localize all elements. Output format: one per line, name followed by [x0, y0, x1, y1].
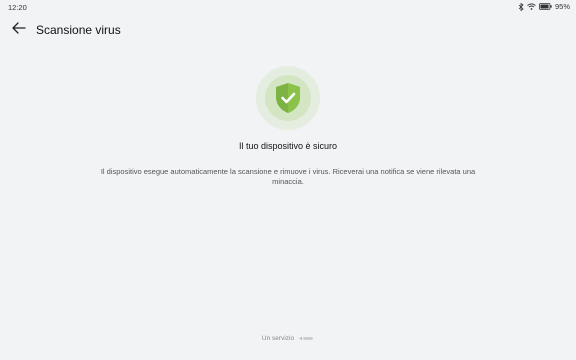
page-title: Scansione virus [36, 23, 121, 37]
bluetooth-icon [518, 2, 524, 11]
status-description: Il dispositivo esegue automaticamente la… [100, 167, 476, 186]
provider-logo-icon [299, 336, 314, 341]
battery-percent: 95% [554, 2, 570, 11]
header: Scansione virus [0, 18, 576, 42]
wifi-icon [527, 3, 536, 10]
status-illustration [256, 66, 320, 130]
battery-icon [539, 3, 552, 10]
status-icons: 95% [518, 2, 570, 11]
status-bar: 12:20 95% [0, 0, 576, 14]
arrow-left-icon [12, 21, 26, 39]
footer: Un servizio [0, 335, 576, 342]
service-provider-label: Un servizio [261, 335, 295, 342]
shield-check-icon [276, 83, 300, 113]
back-button[interactable] [10, 21, 28, 39]
status-heading: Il tuo dispositivo è sicuro [238, 141, 338, 151]
status-time: 12:20 [8, 3, 27, 12]
